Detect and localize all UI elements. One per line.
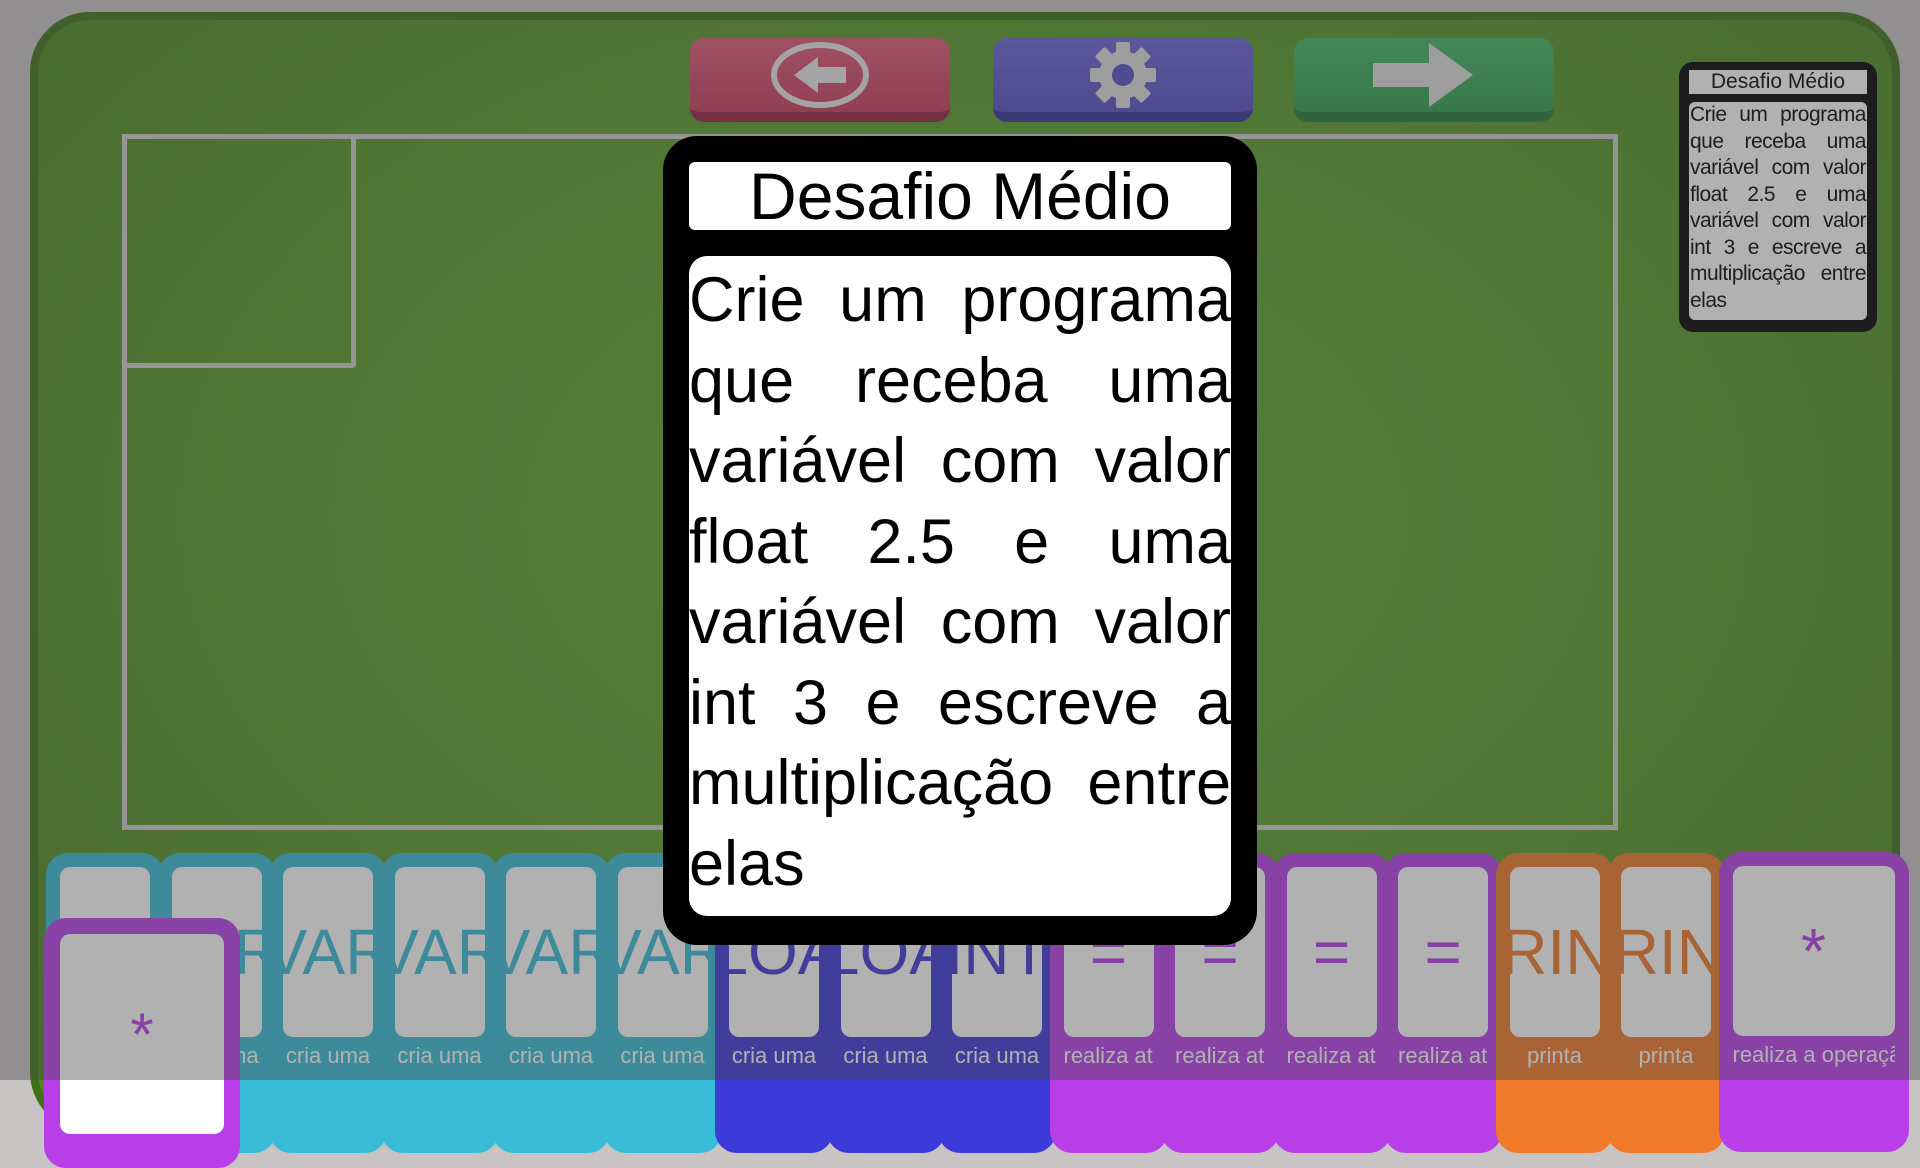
settings-button[interactable] bbox=[993, 38, 1253, 122]
challenge-mini-card[interactable]: Desafio Médio Crie um programa que receb… bbox=[1679, 62, 1877, 332]
command-card-face: VAR bbox=[283, 867, 373, 1037]
gear-icon bbox=[1090, 42, 1156, 108]
command-card[interactable]: = realiza atribuição bbox=[1272, 853, 1391, 1153]
mini-challenge-description: Crie um programa que receba uma variável… bbox=[1689, 102, 1867, 320]
arrow-right-icon bbox=[1373, 43, 1473, 107]
command-card-face: PRINT bbox=[1621, 867, 1711, 1037]
command-card-description: cria uma bbox=[731, 1043, 817, 1068]
arrow-left-circle-icon bbox=[771, 42, 869, 108]
command-card[interactable]: = realiza atribuição bbox=[1384, 853, 1502, 1153]
challenge-modal[interactable]: Desafio Médio Crie um programa que receb… bbox=[663, 136, 1257, 945]
drop-slot[interactable] bbox=[122, 134, 356, 368]
command-card-description: realiza a operação de multiplicação bbox=[1732, 1042, 1895, 1067]
command-card[interactable]: VAR cria uma bbox=[492, 853, 610, 1153]
modal-description: Crie um programa que receba uma variável… bbox=[689, 256, 1231, 916]
command-card-face: VAR bbox=[506, 867, 596, 1037]
command-card-face: = bbox=[1398, 867, 1488, 1037]
dragging-card-face: * bbox=[60, 934, 224, 1134]
command-card-description: cria uma bbox=[285, 1043, 371, 1068]
command-card-description: cria uma bbox=[843, 1043, 928, 1068]
command-card-description: cria uma bbox=[954, 1043, 1040, 1068]
command-card-description: cria uma bbox=[508, 1043, 594, 1068]
command-card-face: PRINT bbox=[1509, 867, 1600, 1037]
mini-challenge-title: Desafio Médio bbox=[1689, 70, 1867, 94]
command-card-face: * bbox=[1732, 866, 1895, 1036]
command-card[interactable]: * realiza a operação de multiplicação bbox=[1718, 852, 1909, 1152]
command-card-description: printa bbox=[1526, 1043, 1583, 1068]
command-card-description: printa bbox=[1638, 1043, 1694, 1068]
dragging-card[interactable]: * bbox=[44, 918, 240, 1168]
command-card-description: realiza atribuição bbox=[1398, 1043, 1488, 1068]
command-card-description: realiza atribuição bbox=[1175, 1043, 1265, 1068]
command-card[interactable]: VAR cria uma bbox=[269, 853, 387, 1153]
back-button[interactable] bbox=[690, 38, 950, 122]
command-card-description: realiza atribuição bbox=[1063, 1043, 1154, 1068]
command-card-face: = bbox=[1286, 867, 1377, 1037]
command-card-description: cria uma bbox=[397, 1043, 482, 1068]
command-card[interactable]: PRINT printa bbox=[1607, 853, 1725, 1153]
command-card[interactable]: PRINT printa bbox=[1495, 853, 1614, 1153]
command-card-description: realiza atribuição bbox=[1286, 1043, 1377, 1068]
modal-title: Desafio Médio bbox=[689, 162, 1231, 230]
command-card[interactable]: VAR cria uma bbox=[380, 853, 499, 1153]
command-card-face: VAR bbox=[394, 867, 485, 1037]
next-button[interactable] bbox=[1294, 38, 1554, 122]
command-card-description: cria uma bbox=[620, 1043, 705, 1068]
